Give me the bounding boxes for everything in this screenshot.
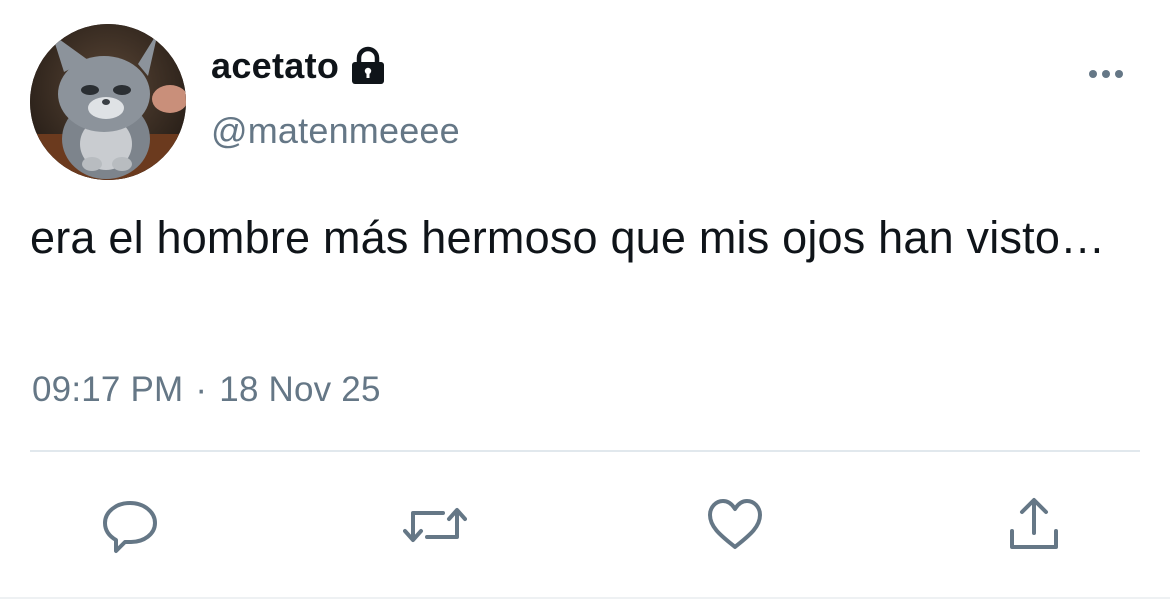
display-name[interactable]: acetato — [211, 45, 339, 87]
share-button[interactable] — [1004, 495, 1064, 555]
tweet: acetato @matenmeeee era el hombre más he… — [0, 0, 1170, 615]
user-handle[interactable]: @matenmeeee — [211, 110, 460, 152]
lock-icon — [349, 46, 387, 86]
retweet-button[interactable] — [403, 495, 467, 555]
tweet-time: 09:17 PM — [32, 370, 184, 409]
divider — [30, 450, 1140, 452]
retweet-icon — [403, 508, 467, 542]
bottom-border — [0, 597, 1170, 599]
avatar-image — [30, 24, 186, 180]
heart-icon — [708, 499, 762, 549]
like-button[interactable] — [705, 495, 765, 555]
timestamp[interactable]: 09:17 PM · 18 Nov 25 — [32, 370, 381, 410]
avatar[interactable] — [30, 24, 186, 180]
tweet-date: 18 Nov 25 — [219, 370, 381, 409]
display-name-row: acetato — [211, 42, 387, 90]
tweet-text: era el hombre más hermoso que mis ojos h… — [30, 212, 1106, 263]
timestamp-separator: · — [195, 370, 208, 409]
more-horizontal-icon[interactable] — [1084, 60, 1130, 88]
reply-icon — [103, 501, 157, 553]
reply-button[interactable] — [100, 495, 160, 555]
share-icon — [1010, 498, 1058, 549]
